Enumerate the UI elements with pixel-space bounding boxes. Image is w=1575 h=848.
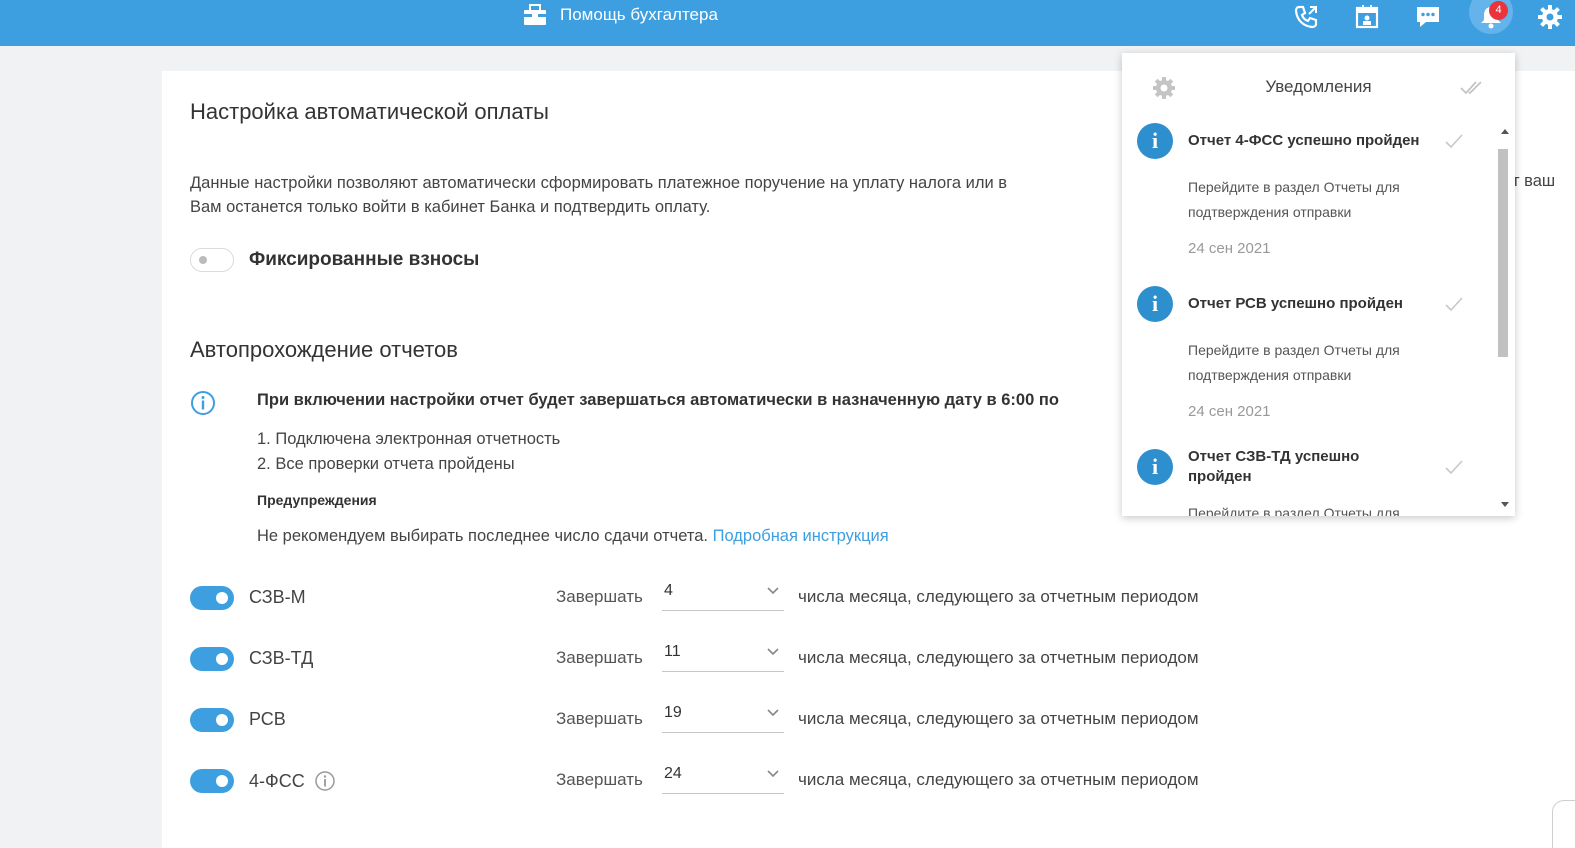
- period-text: числа месяца, следующего за отчетным пер…: [798, 770, 1199, 789]
- day-select[interactable]: 24: [662, 760, 784, 794]
- szv-td-toggle[interactable]: [190, 647, 234, 671]
- settings-button[interactable]: [1530, 0, 1570, 34]
- notification-title: Отчет СЗВ-ТД успешно пройден: [1188, 448, 1360, 485]
- finish-label: Завершать: [556, 587, 643, 606]
- notification-title: Отчет 4-ФСС успешно пройден: [1188, 132, 1420, 149]
- day-value: 24: [664, 765, 682, 782]
- chevron-down-icon: [767, 709, 779, 717]
- page-title: Настройка автоматической оплаты: [190, 99, 549, 124]
- scroll-up-arrow[interactable]: [1501, 129, 1509, 134]
- chevron-down-icon: [767, 770, 779, 778]
- period-text: числа месяца, следующего за отчетным пер…: [798, 709, 1199, 728]
- report-name: РСВ: [249, 709, 286, 730]
- notification-date: 24 сен 2021: [1188, 403, 1271, 420]
- info-icon[interactable]: [314, 770, 336, 792]
- report-name: СЗВ-М: [249, 587, 306, 608]
- mark-read-icon[interactable]: [1444, 296, 1464, 312]
- toggle-knob: [216, 714, 228, 726]
- notifications-list[interactable]: i Отчет 4-ФСС успешно пройден Перейдите …: [1122, 123, 1497, 516]
- info-icon: i: [1137, 286, 1173, 322]
- notifications-scrollbar[interactable]: [1497, 123, 1515, 516]
- briefcase-icon: [524, 4, 546, 25]
- condition-item: 2. Все проверки отчета пройдены: [257, 455, 515, 473]
- scroll-down-arrow[interactable]: [1501, 502, 1509, 507]
- fixed-contributions-label: Фиксированные взносы: [249, 249, 480, 270]
- period-text: числа месяца, следующего за отчетным пер…: [798, 648, 1199, 667]
- notification-text: Перейдите в раздел Отчеты для подтвержде…: [1188, 338, 1448, 388]
- notifications-header: Уведомления: [1122, 53, 1515, 123]
- toggle-knob: [199, 256, 207, 264]
- day-select[interactable]: 4: [662, 577, 784, 611]
- info-icon: i: [1137, 123, 1173, 159]
- notification-text: Перейдите в раздел Отчеты для подтвержде…: [1188, 175, 1448, 225]
- app-title-text: Помощь бухгалтера: [560, 5, 718, 24]
- finish-label: Завершать: [556, 709, 643, 728]
- report-row-szv-td: СЗВ-ТД Завершать 11 числа месяца, следую…: [190, 643, 1290, 674]
- notification-date: 24 сен 2021: [1188, 240, 1271, 257]
- day-value: 4: [664, 582, 673, 599]
- szv-m-toggle[interactable]: [190, 586, 234, 610]
- day-select[interactable]: 19: [662, 699, 784, 733]
- toggle-knob: [216, 653, 228, 665]
- auto-reports-heading: Автопрохождение отчетов: [190, 337, 458, 362]
- report-row-rsv: РСВ Завершать 19 числа месяца, следующег…: [190, 704, 1290, 735]
- warning-text: Не рекомендуем выбирать последнее число …: [257, 527, 889, 546]
- report-name: СЗВ-ТД: [249, 648, 313, 669]
- notifications-panel: Уведомления i Отчет 4-ФСС успешно пройде…: [1122, 53, 1515, 516]
- mark-all-read-icon[interactable]: [1459, 79, 1487, 95]
- day-value: 11: [664, 643, 681, 660]
- mark-read-icon[interactable]: [1444, 459, 1464, 475]
- period-text: числа месяца, следующего за отчетным пер…: [798, 587, 1199, 606]
- fixed-contributions-toggle[interactable]: [190, 248, 234, 272]
- scroll-thumb[interactable]: [1498, 149, 1508, 357]
- day-select[interactable]: 11: [662, 638, 784, 672]
- notification-badge: 4: [1489, 1, 1508, 20]
- warning-message: Не рекомендуем выбирать последнее число …: [257, 527, 708, 545]
- warnings-title: Предупреждения: [257, 492, 377, 508]
- phone-button[interactable]: [1286, 0, 1326, 34]
- notification-text-line: Перейдите в раздел Отчеты для: [1188, 179, 1400, 195]
- notification-text: Перейдите в раздел Отчеты для: [1188, 501, 1448, 516]
- notifications-title: Уведомления: [1265, 77, 1372, 96]
- report-row-szv-m: СЗВ-М Завершать 4 числа месяца, следующе…: [190, 582, 1290, 613]
- notification-text-line: Перейдите в раздел Отчеты для: [1188, 505, 1400, 516]
- calendar-button[interactable]: [1347, 0, 1387, 34]
- toggle-knob: [216, 775, 228, 787]
- auto-reports-note: При включении настройки отчет будет заве…: [257, 391, 1059, 409]
- chevron-down-icon: [767, 648, 779, 656]
- corner-widget[interactable]: [1552, 800, 1575, 848]
- phone-icon: [1294, 5, 1318, 29]
- report-name-text: СЗВ-М: [249, 587, 306, 607]
- info-icon: [190, 390, 216, 421]
- chat-icon: [1417, 7, 1439, 27]
- chevron-down-icon: [767, 587, 779, 595]
- finish-label: Завершать: [556, 648, 643, 667]
- mark-read-icon[interactable]: [1444, 133, 1464, 149]
- gear-icon: [1538, 5, 1562, 29]
- rsv-toggle[interactable]: [190, 708, 234, 732]
- instruction-link[interactable]: Подробная инструкция: [713, 527, 889, 545]
- notification-text-line: подтверждения отправки: [1188, 367, 1352, 383]
- notification-text-line: Перейдите в раздел Отчеты для: [1188, 342, 1400, 358]
- 4-fss-toggle[interactable]: [190, 769, 234, 793]
- report-row-4-fss: 4-ФСС Завершать 24 числа месяца, следующ…: [190, 765, 1290, 796]
- report-name: 4-ФСС: [249, 770, 336, 792]
- info-icon: i: [1137, 449, 1173, 485]
- calendar-icon: [1355, 5, 1379, 29]
- report-name-text: 4-ФСС: [249, 770, 305, 791]
- chat-button[interactable]: [1408, 0, 1448, 34]
- condition-item: 1. Подключена электронная отчетность: [257, 430, 561, 448]
- report-name-text: СЗВ-ТД: [249, 648, 314, 668]
- toggle-knob: [216, 592, 228, 604]
- top-bar: Помощь бухгалтера 4: [0, 0, 1575, 46]
- notification-title: Отчет РСВ успешно пройден: [1188, 295, 1403, 312]
- notification-text-line: подтверждения отправки: [1188, 204, 1352, 220]
- description-clipped-text: т ваш: [1512, 172, 1556, 190]
- app-title[interactable]: Помощь бухгалтера: [522, 2, 718, 28]
- finish-label: Завершать: [556, 770, 643, 789]
- day-value: 19: [664, 704, 682, 721]
- report-name-text: РСВ: [249, 709, 286, 729]
